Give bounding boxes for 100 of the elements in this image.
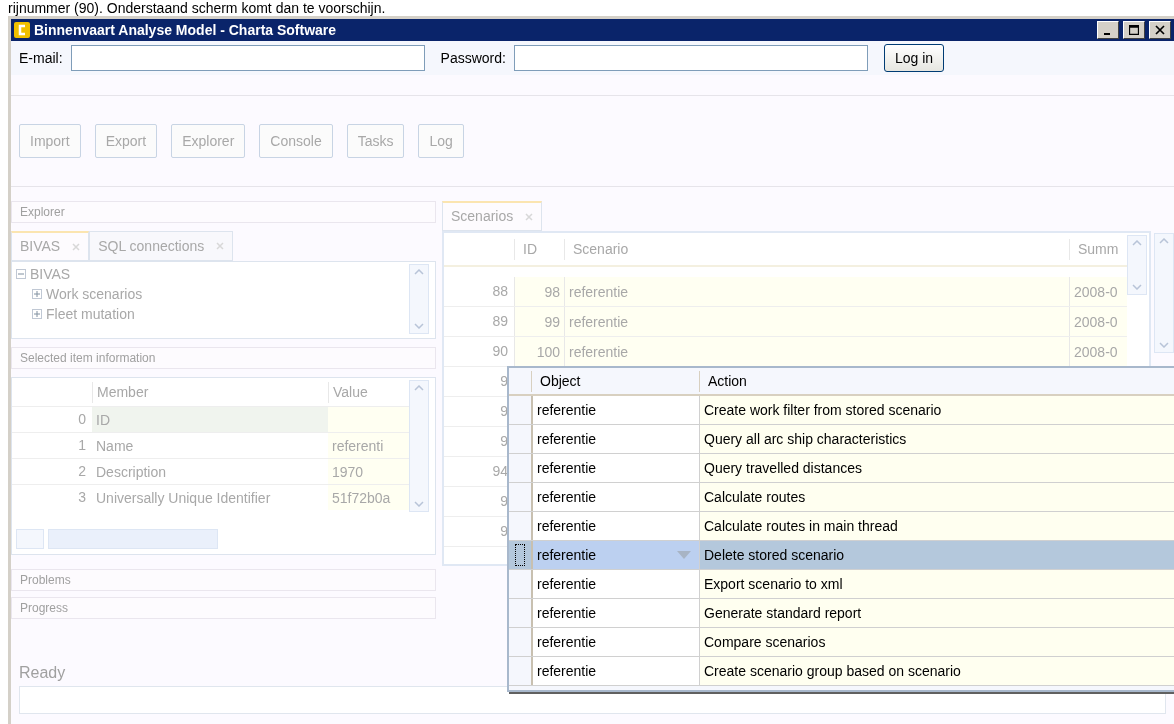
vertical-scrollbar[interactable] [409,380,429,512]
collapse-icon[interactable] [16,269,26,279]
row-number: 3 [77,488,87,507]
password-field[interactable] [513,45,868,71]
action-row[interactable]: referentie Delete stored scenario [509,541,1174,570]
status-text: Ready [19,663,66,683]
column-header[interactable]: Object [531,370,699,392]
table-cell: 1970 [328,459,409,484]
row-number: 9 [499,432,509,451]
dropdown-caret-icon[interactable] [677,551,691,559]
table-cell: Query all arc ship characteristics [699,425,1174,453]
table-cell: referentie [564,307,1069,336]
tab[interactable]: Scenarios [442,201,543,231]
column-header[interactable]: Action [699,370,1174,392]
action-row[interactable]: referentie Calculate routes [509,483,1174,512]
row-number: 89 [491,312,509,331]
action-row[interactable]: referentie Compare scenarios [509,628,1174,657]
vertical-scrollbar[interactable] [1127,235,1147,295]
login-button[interactable]: Log in [883,44,945,72]
table-cell: 99 [514,307,564,336]
table-cell: 100 [514,337,564,366]
email-label: E-mail: [19,48,63,68]
panel-header: Selected item information [11,347,436,369]
tree-item[interactable]: Work scenarios [46,283,143,305]
app-logo-icon [14,22,30,38]
table-cell: referenti [328,433,409,458]
table-cell: 51f72b0a [328,485,409,510]
action-row[interactable]: referentie Create work filter from stored scenario [509,396,1174,425]
table-cell-text: Universally Unique Identifier [95,489,272,508]
table-cell: 2008-0 [1069,307,1127,336]
panel-header: Progress [11,597,436,619]
close-icon [1155,25,1165,35]
table-cell: referentie [564,337,1069,366]
table-cell: Query travelled distances [699,454,1174,482]
close-icon[interactable] [525,212,534,221]
object-text: referentie [537,516,597,536]
object-text: referentie [537,487,597,507]
password-label: Password: [440,48,506,68]
action-row[interactable]: referentie Export scenario to xml [509,570,1174,599]
panel-header: Problems [11,569,436,591]
tab[interactable]: BIVAS [11,231,90,261]
row-number: 9 [499,492,509,511]
minimize-icon [1104,33,1110,35]
row-number: 88 [491,282,509,301]
table-cell: referentie [564,277,1069,306]
table-cell: Export scenario to xml [699,570,1174,598]
tree-item[interactable]: Fleet mutation [46,303,135,325]
action-row[interactable]: referentie Generate standard report [509,599,1174,628]
maximize-icon [1129,25,1139,35]
object-text: referentie [537,632,597,652]
table-cell: Create work filter from stored scenario [699,396,1174,424]
vertical-scrollbar[interactable] [409,264,429,334]
column-header[interactable]: ID [514,238,564,260]
action-row[interactable]: referentie Query travelled distances [509,454,1174,483]
maximize-button[interactable] [1123,21,1145,39]
table-cell: ID [92,407,328,432]
table-cell: Compare scenarios [699,628,1174,656]
focus-marker [515,544,525,566]
column-header[interactable]: Scenario [564,238,1069,260]
table-cell: Generate standard report [699,599,1174,627]
table-cell: 2008-0 [1069,337,1127,366]
table-cell: Calculate routes in main thread [699,512,1174,540]
tab[interactable]: SQL connections [89,231,234,261]
column-header[interactable]: Member [92,381,328,403]
table-cell-text: Description [95,463,168,482]
object-text: referentie [537,458,597,478]
action-row[interactable]: referentie Query all arc ship characteristics [509,425,1174,454]
object-text: referentie [537,429,597,449]
object-text: referentie [537,400,597,420]
caption-text: rijnummer (90). Onderstaand scherm komt dan te voorschijn. [7,0,387,16]
row-number: 9 [499,402,509,421]
panel-header: Explorer [11,201,436,223]
table-cell: Create scenario group based on scenario [699,657,1174,685]
table-cell-text: Name [95,437,135,456]
table-cell: 2008-0 [1069,277,1127,306]
expand-icon[interactable] [32,309,42,319]
row-number: 9 [499,522,509,541]
close-button[interactable] [1149,21,1171,39]
object-text: referentie [537,574,597,594]
row-number: 0 [77,410,87,429]
table-cell: Calculate routes [699,483,1174,511]
expand-icon[interactable] [32,289,42,299]
object-text: referentie [537,661,597,681]
action-row[interactable]: referentie Create scenario group based on scenario [509,657,1174,686]
row-number: 94 [491,462,509,481]
object-text: referentie [537,545,597,565]
vertical-scrollbar[interactable] [1154,233,1174,353]
row-number: 90 [491,342,509,361]
tree-item[interactable]: BIVAS [30,263,71,285]
row-number: 9 [499,372,509,391]
window-title: Binnenvaart Analyse Model - Charta Software [34,20,338,40]
close-icon[interactable] [216,242,225,250]
row-number: 1 [77,436,87,455]
minimize-button[interactable] [1097,21,1119,39]
action-row[interactable]: referentie Calculate routes in main thread [509,512,1174,541]
table-cell: 98 [514,277,564,306]
close-icon[interactable] [72,242,81,251]
row-number: 2 [77,462,87,481]
object-text: referentie [537,603,597,623]
email-field[interactable] [70,45,425,71]
